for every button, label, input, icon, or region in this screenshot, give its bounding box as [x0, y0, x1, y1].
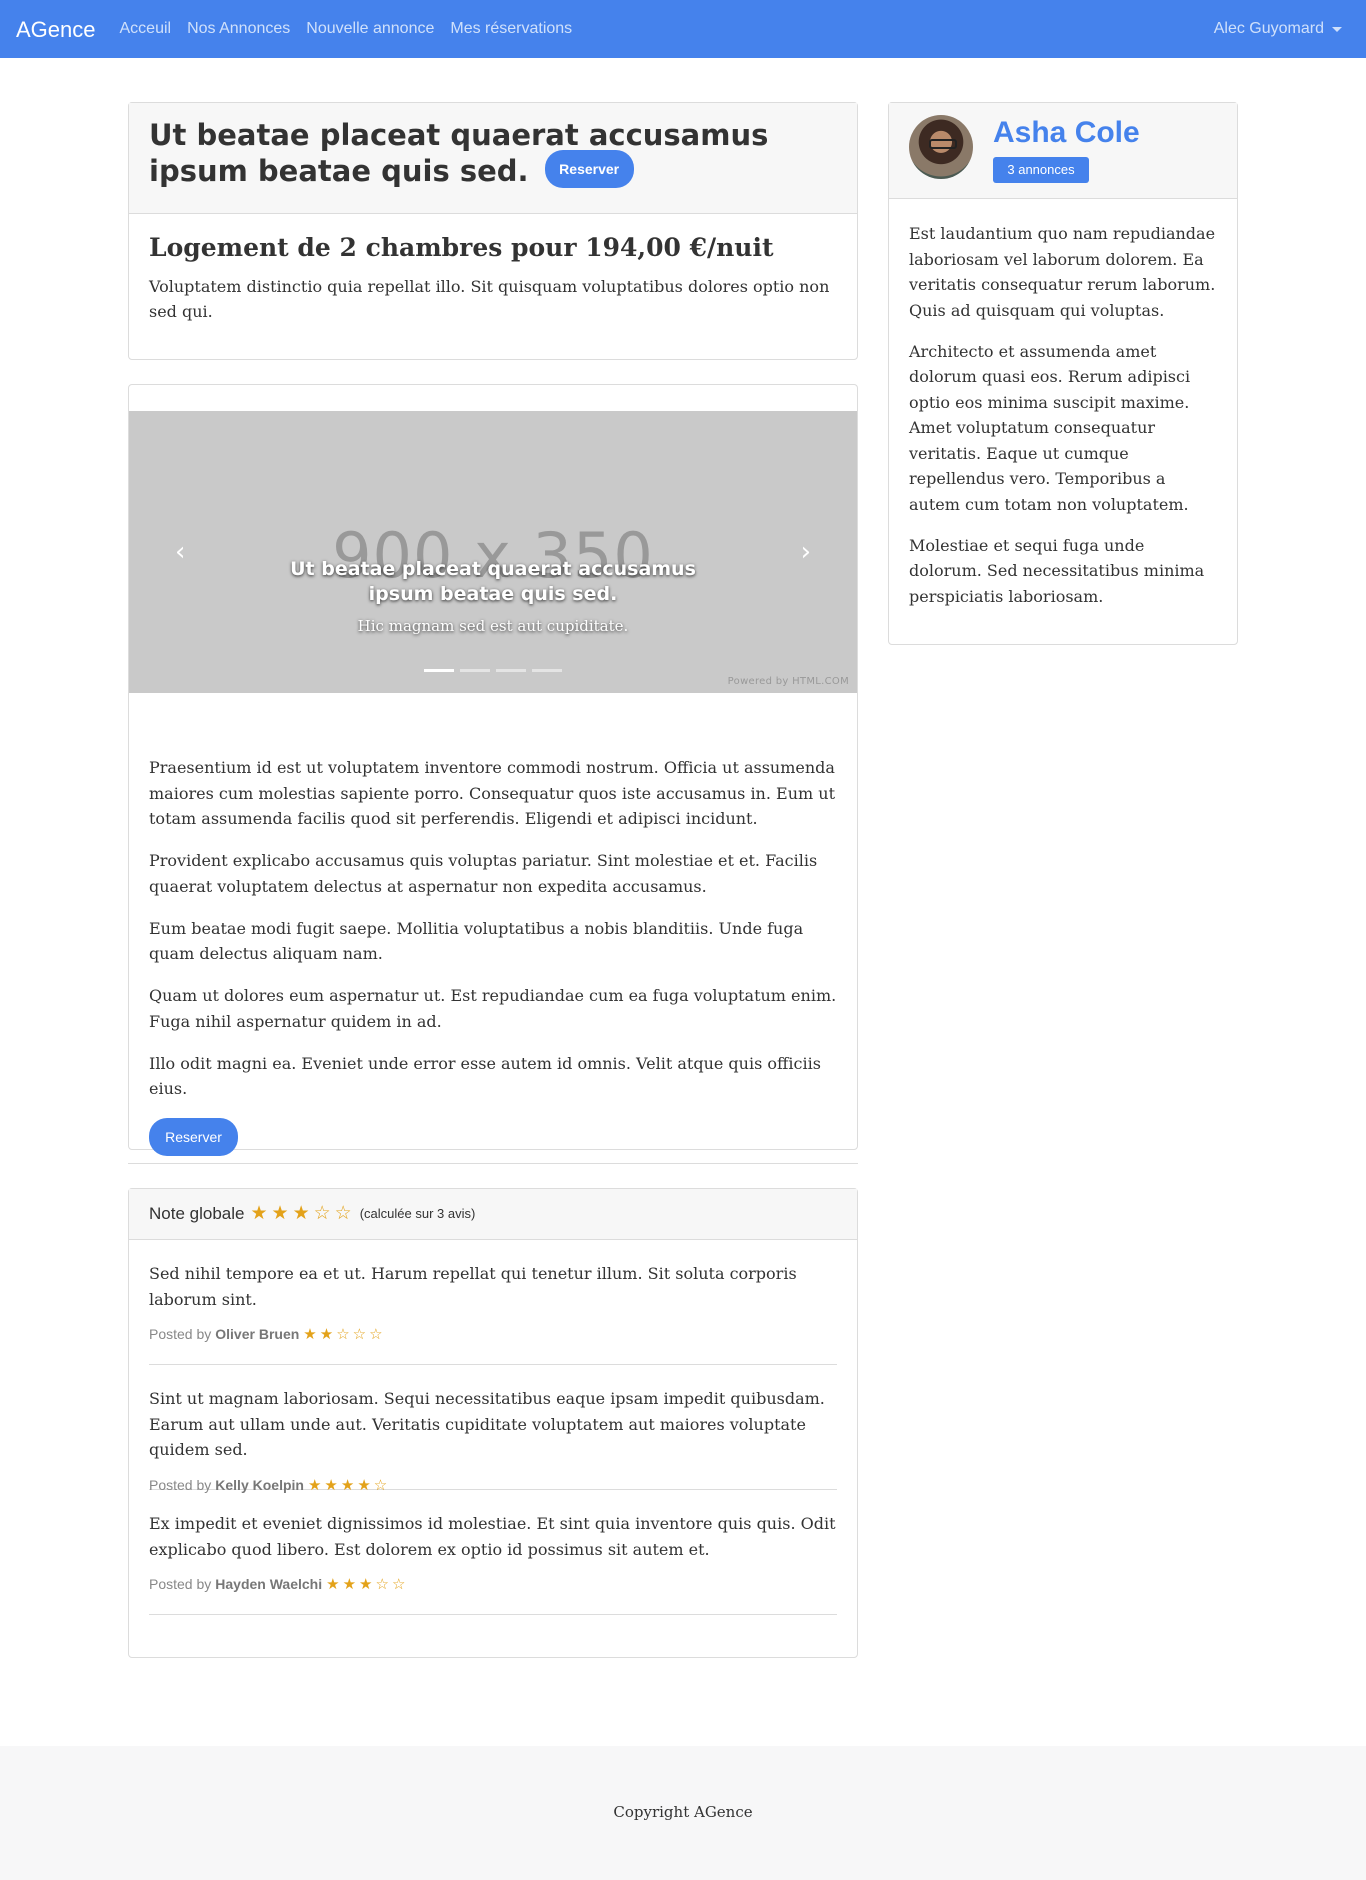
review-item: Sint ut magnam laboriosam. Sequi necessi…: [149, 1365, 837, 1493]
description-paragraph: Praesentium id est ut voluptatem invento…: [149, 758, 836, 828]
carousel-indicator[interactable]: [496, 669, 526, 672]
reserve-button-top[interactable]: Reserver: [544, 150, 634, 188]
footer: Copyright AGence: [0, 1746, 1366, 1880]
review-list: Sed nihil tempore ea et ut. Harum repell…: [129, 1240, 857, 1615]
navbar: AGence Acceuil Nos Annonces Nouvelle ann…: [0, 0, 1366, 58]
posted-by-label: Posted by: [149, 1476, 212, 1493]
star-filled-icon: ★: [324, 1475, 338, 1494]
host-bio-paragraph: Architecto et assumenda amet dolorum qua…: [909, 341, 1191, 514]
review-text: Sed nihil tempore ea et ut. Harum repell…: [149, 1264, 797, 1309]
host-column: Asha Cole 3 annonces Est laudantium quo …: [888, 102, 1238, 645]
review-item: Sed nihil tempore ea et ut. Harum repell…: [149, 1240, 837, 1365]
brand-link[interactable]: AGence: [16, 13, 96, 46]
listing-count-badge: 3 annonces: [993, 157, 1089, 183]
host-card: Asha Cole 3 annonces Est laudantium quo …: [888, 102, 1238, 645]
star-filled-icon: ★: [319, 1325, 334, 1343]
reserve-button-bottom[interactable]: Reserver: [149, 1118, 238, 1156]
star-filled-icon: ★: [250, 1202, 268, 1225]
overall-rating-label: Note globale: [149, 1204, 245, 1224]
description-paragraph: Illo odit magni ea. Eveniet unde error e…: [149, 1053, 821, 1099]
host-avatar[interactable]: [909, 115, 973, 179]
description-paragraph: Eum beatae modi fugit saepe. Mollitia vo…: [149, 918, 804, 964]
listing-title-card: Ut beatae placeat quaerat accusamus ipsu…: [128, 102, 858, 360]
carousel-indicators: [129, 669, 857, 672]
chevron-left-icon[interactable]: ‹: [175, 533, 185, 572]
chevron-right-icon[interactable]: ›: [801, 533, 811, 572]
star-empty-icon: ☆: [334, 1202, 352, 1225]
review-author: Oliver Bruen: [215, 1326, 300, 1342]
star-filled-icon: ★: [307, 1475, 322, 1494]
review-author: Kelly Koelpin: [215, 1476, 304, 1493]
review-rating-stars: ★ ★ ★ ☆ ☆: [326, 1574, 408, 1595]
host-header: Asha Cole 3 annonces: [889, 103, 1237, 199]
review-text: Ex impedit et eveniet dignissimos id mol…: [149, 1514, 836, 1559]
star-empty-icon: ☆: [373, 1475, 388, 1494]
image-carousel[interactable]: 900 x 350 ‹ › Ut beatae placeat quaerat …: [129, 411, 857, 693]
powered-by-text: Powered by HTML.COM: [727, 676, 849, 687]
review-meta: Posted by Oliver Bruen ★ ★ ☆ ☆ ☆: [149, 1324, 837, 1345]
star-empty-icon: ☆: [336, 1325, 350, 1343]
reviews-header: Note globale ★ ★ ★ ☆ ☆ (calculée sur 3 avis): [129, 1189, 857, 1240]
star-empty-icon: ☆: [352, 1325, 367, 1343]
overall-rating-stars: ★ ★ ★ ☆ ☆: [250, 1201, 355, 1227]
listing-title-text: Ut beatae placeat quaerat accusamus ipsu…: [149, 118, 769, 188]
review-meta: Posted by Hayden Waelchi ★ ★ ★ ☆ ☆: [149, 1574, 837, 1595]
main-column: Ut beatae placeat quaerat accusamus ipsu…: [128, 102, 858, 1658]
price-line: Logement de 2 chambres pour 194,00 €/nui…: [149, 233, 774, 262]
listing-summary: Logement de 2 chambres pour 194,00 €/nui…: [129, 214, 857, 342]
user-menu[interactable]: Alec Guyomard: [1214, 17, 1342, 41]
review-count: (calculée sur 3 avis): [359, 1206, 476, 1222]
review-text: Sint ut magnam laboriosam. Sequi necessi…: [149, 1389, 825, 1459]
description-paragraph: Provident explicabo accusamus quis volup…: [149, 851, 818, 896]
star-empty-icon: ☆: [375, 1575, 389, 1593]
posted-by-label: Posted by: [149, 1576, 212, 1592]
nav-link-reservations[interactable]: Mes réservations: [450, 17, 572, 41]
star-filled-icon: ★: [303, 1325, 317, 1343]
host-info: Asha Cole 3 annonces: [993, 115, 1140, 186]
host-bio-paragraph: Est laudantium quo nam repudiandae labor…: [909, 224, 1216, 320]
star-filled-icon: ★: [292, 1202, 310, 1225]
star-filled-icon: ★: [359, 1575, 373, 1593]
review-author: Hayden Waelchi: [215, 1576, 323, 1592]
star-filled-icon: ★: [342, 1575, 357, 1593]
carousel-indicator[interactable]: [424, 669, 454, 672]
section-divider: [128, 1163, 858, 1164]
copyright-text: Copyright AGence: [613, 1803, 753, 1821]
host-bio: Est laudantium quo nam repudiandae labor…: [889, 199, 1237, 647]
review-item: Ex impedit et eveniet dignissimos id mol…: [149, 1490, 837, 1615]
star-filled-icon: ★: [357, 1475, 371, 1494]
review-rating-stars: ★ ★ ★ ★ ☆: [308, 1475, 390, 1496]
reviews-card: Note globale ★ ★ ★ ☆ ☆ (calculée sur 3 avis)…: [128, 1188, 858, 1658]
listing-title: Ut beatae placeat quaerat accusamus ipsu…: [149, 117, 837, 192]
user-name: Alec Guyomard: [1213, 20, 1324, 37]
description-paragraph: Quam ut dolores eum aspernatur ut. Est r…: [149, 986, 837, 1031]
carousel-caption: Ut beatae placeat quaerat accusamus ipsu…: [259, 557, 727, 638]
caret-down-icon: [1332, 26, 1342, 32]
star-filled-icon: ★: [326, 1575, 340, 1593]
listing-content-card: 900 x 350 ‹ › Ut beatae placeat quaerat …: [128, 384, 858, 1156]
carousel-caption-title: Ut beatae placeat quaerat accusamus ipsu…: [290, 558, 696, 605]
host-bio-paragraph: Molestiae et sequi fuga unde dolorum. Se…: [909, 535, 1205, 606]
posted-by-label: Posted by: [149, 1326, 212, 1342]
star-empty-icon: ☆: [313, 1202, 331, 1225]
carousel-indicator[interactable]: [460, 669, 490, 672]
star-filled-icon: ★: [271, 1202, 289, 1225]
nav-link-new-listing[interactable]: Nouvelle annonce: [306, 17, 434, 41]
star-empty-icon: ☆: [391, 1575, 406, 1593]
carousel-indicator[interactable]: [532, 669, 562, 672]
carousel-caption-subtitle: Hic magnam sed est aut cupiditate.: [357, 617, 629, 635]
listing-description: Praesentium id est ut voluptatem invento…: [149, 755, 839, 1156]
nav-link-home[interactable]: Acceuil: [120, 17, 172, 41]
nav-link-listings[interactable]: Nos Annonces: [187, 17, 290, 41]
star-empty-icon: ☆: [369, 1325, 383, 1343]
star-filled-icon: ★: [340, 1475, 355, 1494]
host-name[interactable]: Asha Cole: [993, 115, 1140, 151]
review-rating-stars: ★ ★ ☆ ☆ ☆: [303, 1324, 385, 1345]
listing-title-header: Ut beatae placeat quaerat accusamus ipsu…: [129, 103, 857, 214]
listing-intro: Voluptatem distinctio quia repellat illo…: [149, 277, 830, 321]
